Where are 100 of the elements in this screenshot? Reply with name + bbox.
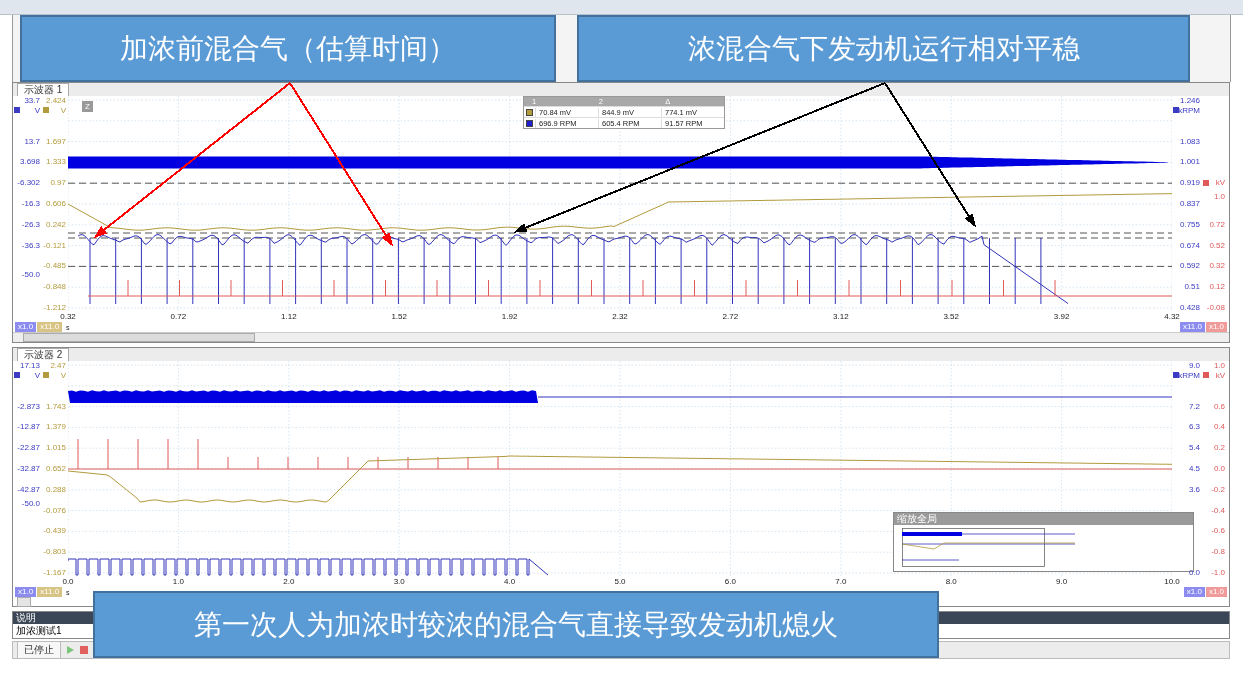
scale-badge[interactable]: x1.0	[15, 587, 37, 597]
axis-label: 0.837	[1179, 199, 1200, 209]
axis-unit: V	[60, 106, 66, 117]
axis-tick-label: 3.12	[833, 312, 849, 322]
axis-label: 0.242	[45, 219, 66, 230]
axis-label: -0.4	[1211, 505, 1225, 516]
axis-label: -0.485	[43, 261, 66, 272]
status-text: 已停止	[17, 641, 61, 659]
axis-label: -0.439	[43, 526, 66, 537]
axis-label: 3.6	[1188, 484, 1200, 495]
axis-label: -1.212	[43, 303, 66, 313]
axis-label: 0.97	[50, 178, 66, 189]
axis-label: 1.333	[45, 157, 66, 168]
scope-tab[interactable]: 示波器 1	[17, 83, 70, 96]
axis-label: kV	[1215, 178, 1225, 189]
axis-label: -1.167	[43, 568, 66, 578]
axis-label: 1.001	[1179, 157, 1200, 168]
axis-label: 0.32	[1209, 261, 1225, 272]
axis-tick-label: 1.92	[501, 312, 518, 322]
axis-tick-label: 1.52	[391, 312, 407, 322]
axis-label: 1.246	[1179, 96, 1200, 106]
axis-label: 1.379	[45, 422, 66, 433]
axis-label: 0.52	[1209, 240, 1225, 251]
axis-unit: kV	[1215, 371, 1225, 382]
axis-tick-label: 0.32	[60, 312, 76, 322]
scale-badge[interactable]: x1.0	[1205, 322, 1227, 332]
axis-label: -1.0	[1211, 568, 1225, 578]
axis-unit: V	[60, 371, 66, 382]
axis-label: -0.2	[1211, 484, 1225, 495]
axis-label: 13.7	[24, 136, 40, 147]
axis-tick-label: 2.32	[612, 312, 628, 322]
scope-tab[interactable]: 示波器 2	[17, 348, 70, 361]
axis-tick-label: 1.12	[281, 312, 297, 322]
axis-label: -0.803	[43, 547, 66, 558]
axis-label: 1.083	[1179, 136, 1200, 147]
axis-label: -0.8	[1211, 547, 1225, 558]
axis-label: 1.0	[1213, 361, 1225, 371]
axis-label: 0.674	[1179, 240, 1200, 251]
axis-tick-label: 8.0	[945, 577, 957, 587]
scale-badge[interactable]: x1.0	[15, 322, 37, 332]
axis-label: -26.3	[21, 219, 40, 230]
callout-box: 加浓前混合气（估算时间）	[20, 15, 556, 82]
axis-label: -0.121	[43, 240, 66, 251]
scale-badge[interactable]: x1.0	[1205, 587, 1227, 597]
axis-label: 0.2	[1213, 443, 1225, 454]
axis-label: 0.288	[45, 484, 66, 495]
scale-badge[interactable]: x1.0	[1183, 587, 1205, 597]
axis-label: 1.743	[45, 401, 66, 412]
axis-label: -0.6	[1211, 526, 1225, 537]
scroll-left-button[interactable]	[17, 596, 31, 607]
axis-label: 3.698	[19, 157, 40, 168]
axis-label: 0.755	[1179, 219, 1200, 230]
axis-tick-label: 3.92	[1053, 312, 1070, 322]
axis-label: 0.919	[1179, 178, 1200, 189]
axis-label: -0.076	[43, 505, 66, 516]
axis-label: 2.424	[45, 96, 66, 106]
axis-label: 0.592	[1179, 261, 1200, 272]
axis-label: 0.4	[1213, 422, 1225, 433]
axis-tick-label: 4.0	[504, 577, 516, 587]
axis-label: 17.13	[19, 361, 40, 371]
axis-label: 7.2	[1188, 401, 1200, 412]
axis-label: 1.015	[45, 443, 66, 454]
axis-label: -50.0	[21, 499, 40, 510]
scrollbar-thumb[interactable]	[23, 333, 255, 342]
axis-label: 0.72	[1209, 219, 1225, 230]
axis-tick-label: 4.32	[1164, 312, 1180, 322]
axis-tick-label: 3.52	[943, 312, 959, 322]
axis-label: 0.51	[1184, 282, 1200, 293]
axis-label: 0.652	[45, 464, 66, 474]
axis-label: 1.0	[1213, 191, 1225, 202]
axis-label: -42.87	[17, 484, 40, 495]
scale-badge[interactable]: x11.0	[37, 587, 63, 597]
axis-label: -50.0	[21, 269, 40, 280]
play-icon[interactable]	[65, 645, 75, 655]
scale-badge[interactable]: x11.0	[37, 322, 63, 332]
axis-label: -12.87	[17, 422, 40, 433]
scale-badge[interactable]: x11.0	[1179, 322, 1205, 332]
axis-label: 4.5	[1188, 464, 1200, 474]
axis-label: -0.08	[1206, 303, 1225, 313]
axis-label: -16.3	[21, 199, 40, 209]
axis-tick-label: 0.72	[170, 312, 187, 322]
axis-label: 0.0	[1188, 568, 1200, 578]
axis-label: 33.7	[24, 96, 40, 106]
axis-tick-label: 7.0	[835, 577, 847, 587]
axis-unit: kRPM	[1178, 106, 1200, 117]
axis-label: -32.87	[17, 464, 40, 474]
axis-label: -22.87	[17, 443, 40, 454]
axis-unit: V	[34, 371, 40, 382]
axis-tick-label: 1.0	[172, 577, 184, 587]
axis-label: 0.0	[1213, 464, 1225, 474]
axis-tick-label: 3.0	[393, 577, 405, 587]
axis-label: 1.697	[45, 136, 66, 147]
axis-tick-label: 2.72	[722, 312, 739, 322]
callout-box: 第一次人为加浓时较浓的混合气直接导致发动机熄火	[93, 591, 939, 658]
axis-tick-label: 9.0	[1056, 577, 1068, 587]
axis-label: -0.848	[43, 282, 66, 293]
stop-icon[interactable]	[79, 645, 89, 655]
axis-label: 0.6	[1213, 401, 1225, 412]
overview-title: 缩放全局	[894, 513, 1193, 525]
axis-tick-label: 2.0	[283, 577, 295, 587]
